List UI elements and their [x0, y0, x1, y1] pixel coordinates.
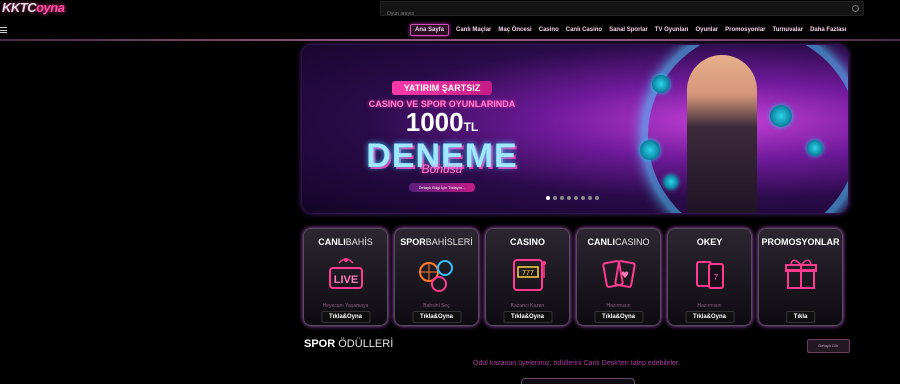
casino-chip-icon [664, 175, 678, 189]
carousel-dots [546, 196, 599, 200]
casino-chip-icon [807, 140, 823, 156]
logo-text-oyna: oyna [36, 0, 65, 15]
banner-pill: YATIRIM ŞARTSIZ [391, 81, 493, 95]
casino-chip-icon [770, 105, 792, 127]
svg-text:7: 7 [713, 273, 718, 282]
casino-chip-icon [640, 140, 660, 160]
carousel-dot[interactable] [546, 196, 550, 200]
nav-item-daha-fazlasi[interactable]: Daha Fazlası [810, 27, 846, 33]
carousel-dot[interactable] [581, 196, 585, 200]
nav-item-canli-maclar[interactable]: Canlı Maçlar [456, 27, 491, 33]
main-nav: Ana Sayfa Canlı Maçlar Maç Öncesi Casino… [410, 23, 846, 37]
live-tv-icon: LIVE [328, 258, 363, 289]
partial-panel [521, 378, 635, 384]
search-icon[interactable] [852, 5, 859, 12]
carousel-dot[interactable] [595, 196, 599, 200]
play-button[interactable]: Tıkla&Oyna [320, 311, 371, 323]
nav-item-sanal-sporlar[interactable]: Sanal Sporlar [609, 27, 648, 33]
card-promosyonlar[interactable]: PROMOSYONLAR Tıkla [758, 228, 843, 326]
play-button[interactable]: Tıkla [785, 311, 816, 323]
slot-machine-icon: 777 [512, 259, 546, 291]
search-bar[interactable] [380, 1, 864, 21]
site-logo[interactable]: KKTCoyna [2, 0, 65, 18]
okey-tiles-icon: 7 [695, 261, 724, 289]
nav-item-mac-oncesi[interactable]: Maç Öncesi [498, 27, 531, 33]
play-button[interactable]: Tıkla&Oyna [411, 311, 462, 323]
nav-item-ana-sayfa[interactable]: Ana Sayfa [410, 24, 450, 36]
category-cards: CANLIBAHİS LIVE Heyecanı Yaşamaya Tıkla&… [303, 228, 843, 326]
play-button[interactable]: Tıkla&Oyna [684, 311, 735, 323]
carousel-dot[interactable] [560, 196, 564, 200]
card-canli-casino[interactable]: CANLICASINO ♥ Hazırmısın Tıkla&Oyna [576, 228, 661, 326]
banner-model-image [687, 55, 757, 213]
nav-item-turnuvalar[interactable]: Turnuvalar [773, 27, 804, 33]
promo-banner[interactable]: YATIRIM ŞARTSIZ CASINO VE SPOR OYUNLARIN… [302, 45, 848, 213]
nav-item-oyunlar[interactable]: Oyunlar [695, 27, 718, 33]
casino-chip-icon [652, 75, 670, 93]
menu-hamburger-icon[interactable] [0, 27, 7, 35]
banner-detail-button[interactable]: Detaylı Bilgi İçin Tıklayın... [408, 183, 476, 192]
nav-item-promosyonlar[interactable]: Promosyonlar [725, 27, 765, 33]
nav-divider [0, 39, 900, 41]
svg-text:777: 777 [522, 270, 534, 277]
gift-icon [784, 259, 817, 289]
carousel-dot[interactable] [567, 196, 571, 200]
playing-cards-icon: ♥ [601, 260, 636, 288]
carousel-dot[interactable] [588, 196, 592, 200]
details-button[interactable]: Detaylı Gör [807, 339, 850, 353]
search-input[interactable] [381, 7, 853, 21]
section-title: SPOR ÖDÜLLERİ [304, 338, 394, 350]
card-canli-bahis[interactable]: CANLIBAHİS LIVE Heyecanı Yaşamaya Tıkla&… [303, 228, 388, 326]
card-casino[interactable]: CASINO 777 Kazancı Kazan Tıkla&Oyna [485, 228, 570, 326]
banner-promo-text: YATIRIM ŞARTSIZ CASINO VE SPOR OYUNLARIN… [342, 78, 542, 194]
carousel-dot[interactable] [574, 196, 578, 200]
logo-text-kktc: KKTC [2, 0, 37, 15]
section-text: Ödül kazanan üyelerimiz, ödüllerini Canl… [473, 360, 680, 367]
svg-text:♥: ♥ [620, 271, 628, 281]
svg-text:LIVE: LIVE [333, 274, 357, 286]
card-okey[interactable]: OKEY 7 Hazırmısın Tıkla&Oyna [667, 228, 752, 326]
sports-balls-icon [418, 260, 453, 292]
play-button[interactable]: Tıkla&Oyna [593, 311, 644, 323]
card-spor-bahisleri[interactable]: SPORBAHİSLERİ Bahsini Seç Tıkla&Oyna [394, 228, 479, 326]
carousel-dot[interactable] [553, 196, 557, 200]
nav-item-casino[interactable]: Casino [539, 27, 559, 33]
nav-item-tv-oyunlari[interactable]: TV Oyunları [655, 27, 689, 33]
nav-item-canli-casino[interactable]: Canlı Casino [566, 27, 602, 33]
play-button[interactable]: Tıkla&Oyna [502, 311, 553, 323]
banner-amount: 1000TL [405, 107, 479, 137]
